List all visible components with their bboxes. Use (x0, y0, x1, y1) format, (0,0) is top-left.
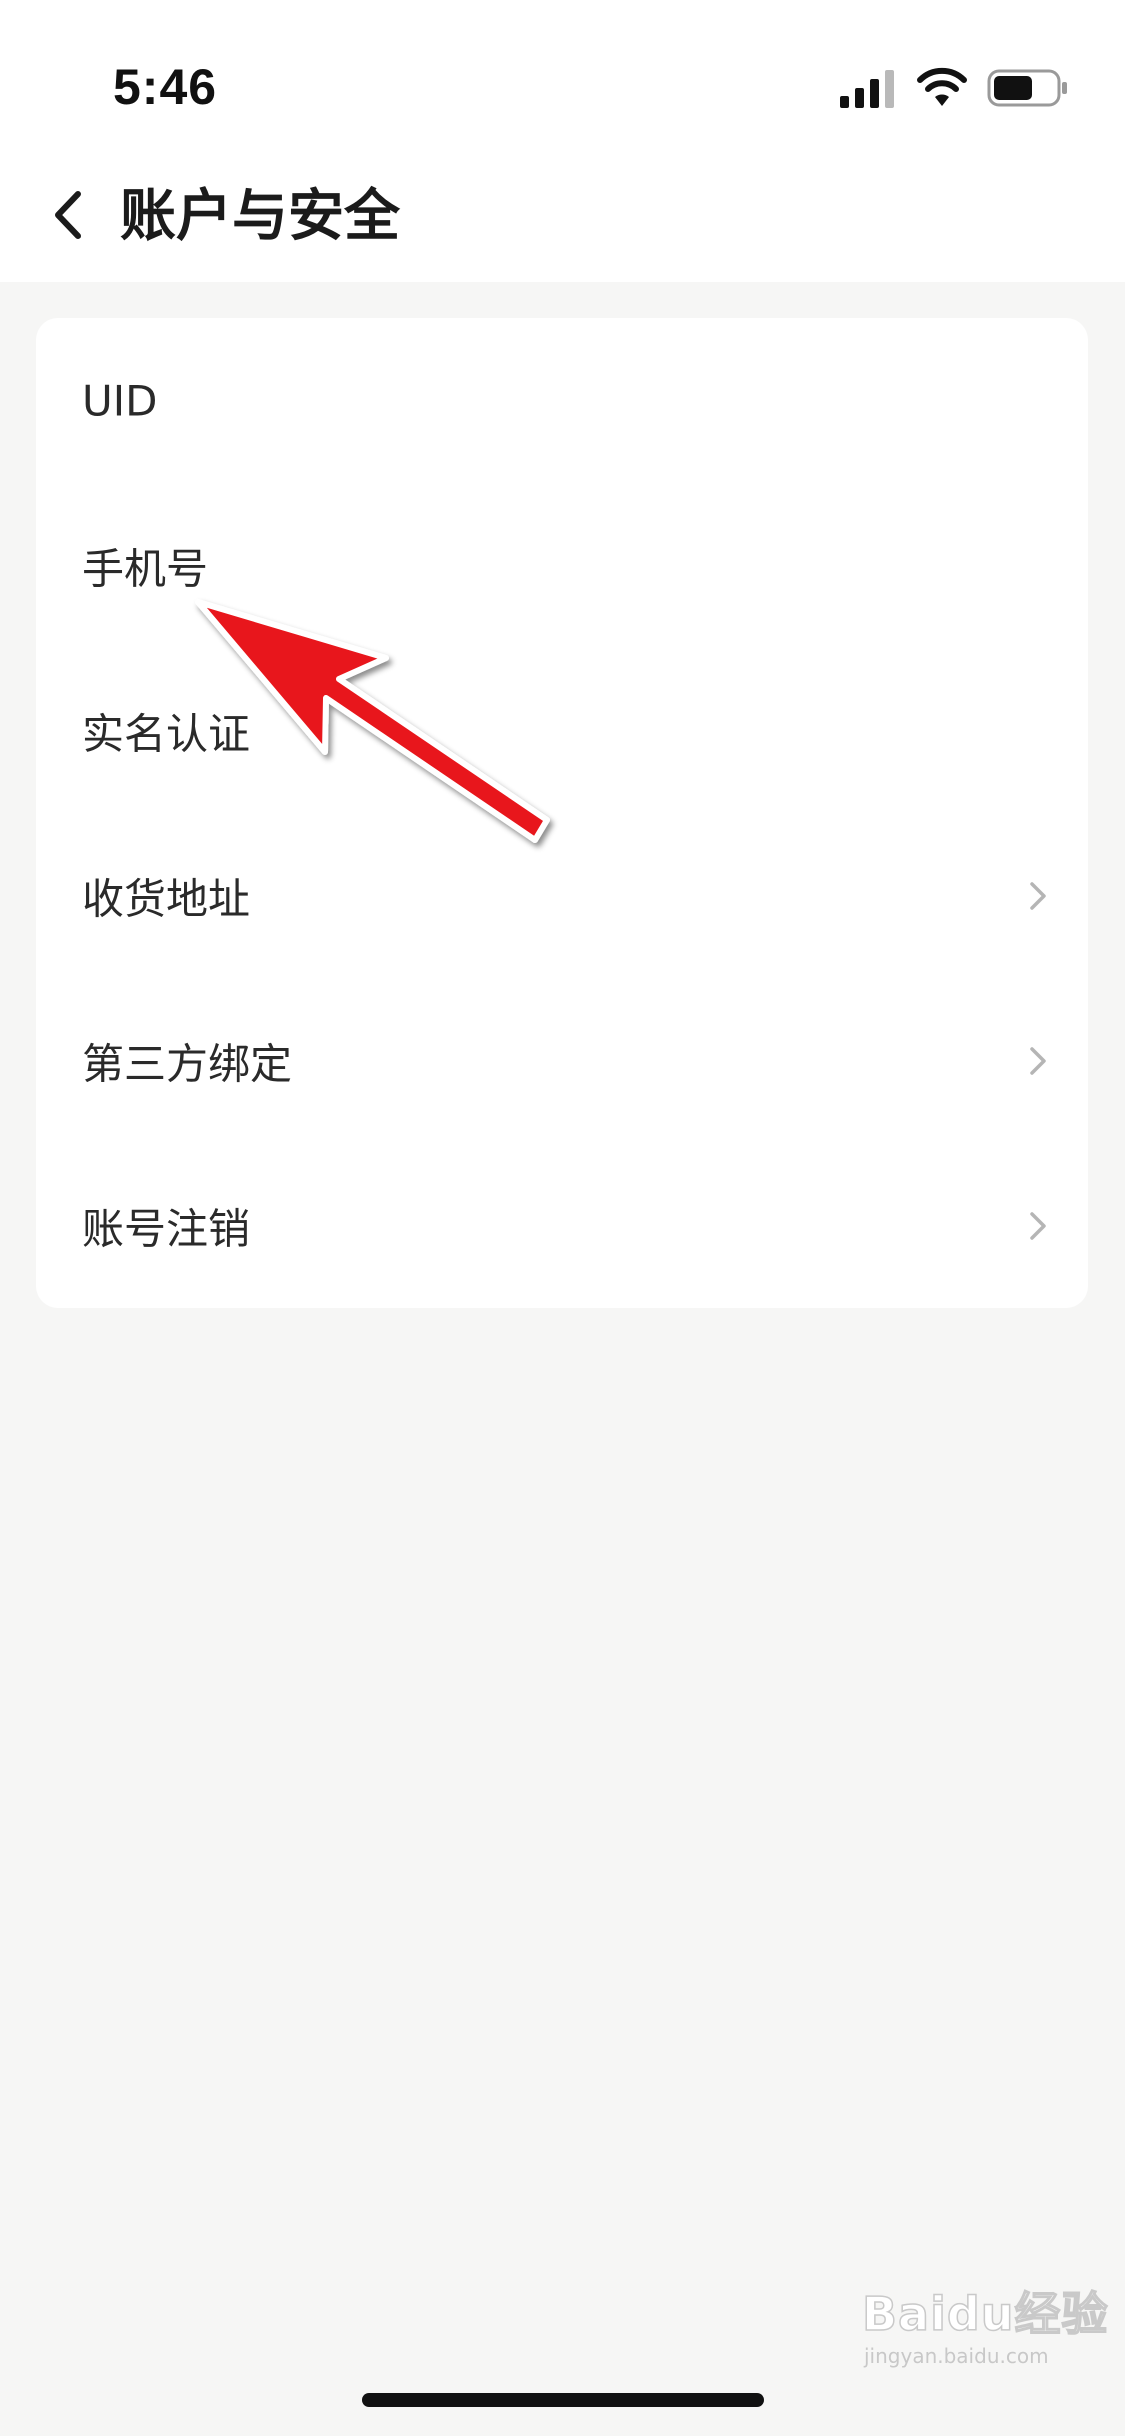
row-label-phone: 手机号 (82, 544, 209, 593)
watermark-url: jingyan.baidu.com (864, 2344, 1049, 2368)
status-time: 5:46 (113, 59, 218, 115)
chevron-left-icon (55, 191, 81, 239)
chevron-right-icon (1030, 881, 1046, 910)
row-label-third-party-binding: 第三方绑定 (82, 1039, 293, 1088)
row-label-uid: UID (82, 376, 158, 425)
baidu-watermark: Baidu经验 jingyan.baidu.com (861, 2278, 1108, 2378)
row-label-account-deletion: 账号注销 (82, 1204, 251, 1253)
wifi-icon (917, 67, 967, 106)
watermark-logo-text: Baidu经验 (861, 2286, 1109, 2342)
nav-bar: 账户与安全 (0, 150, 1125, 282)
chevron-right-icon (1030, 1211, 1046, 1240)
row-account-deletion[interactable]: 账号注销 (36, 1143, 1088, 1308)
row-uid[interactable]: UID (36, 318, 1088, 483)
page-title: 账户与安全 (120, 184, 400, 249)
home-indicator (362, 2393, 764, 2407)
status-bar: 5:46 (0, 0, 1125, 150)
signal-icon (840, 70, 894, 108)
row-label-shipping-address: 收货地址 (82, 874, 251, 923)
battery-icon (987, 69, 1067, 107)
row-third-party-binding[interactable]: 第三方绑定 (36, 978, 1088, 1143)
annotation-arrow-icon (195, 599, 550, 843)
back-button[interactable] (40, 180, 100, 250)
chevron-right-icon (1030, 1046, 1046, 1075)
